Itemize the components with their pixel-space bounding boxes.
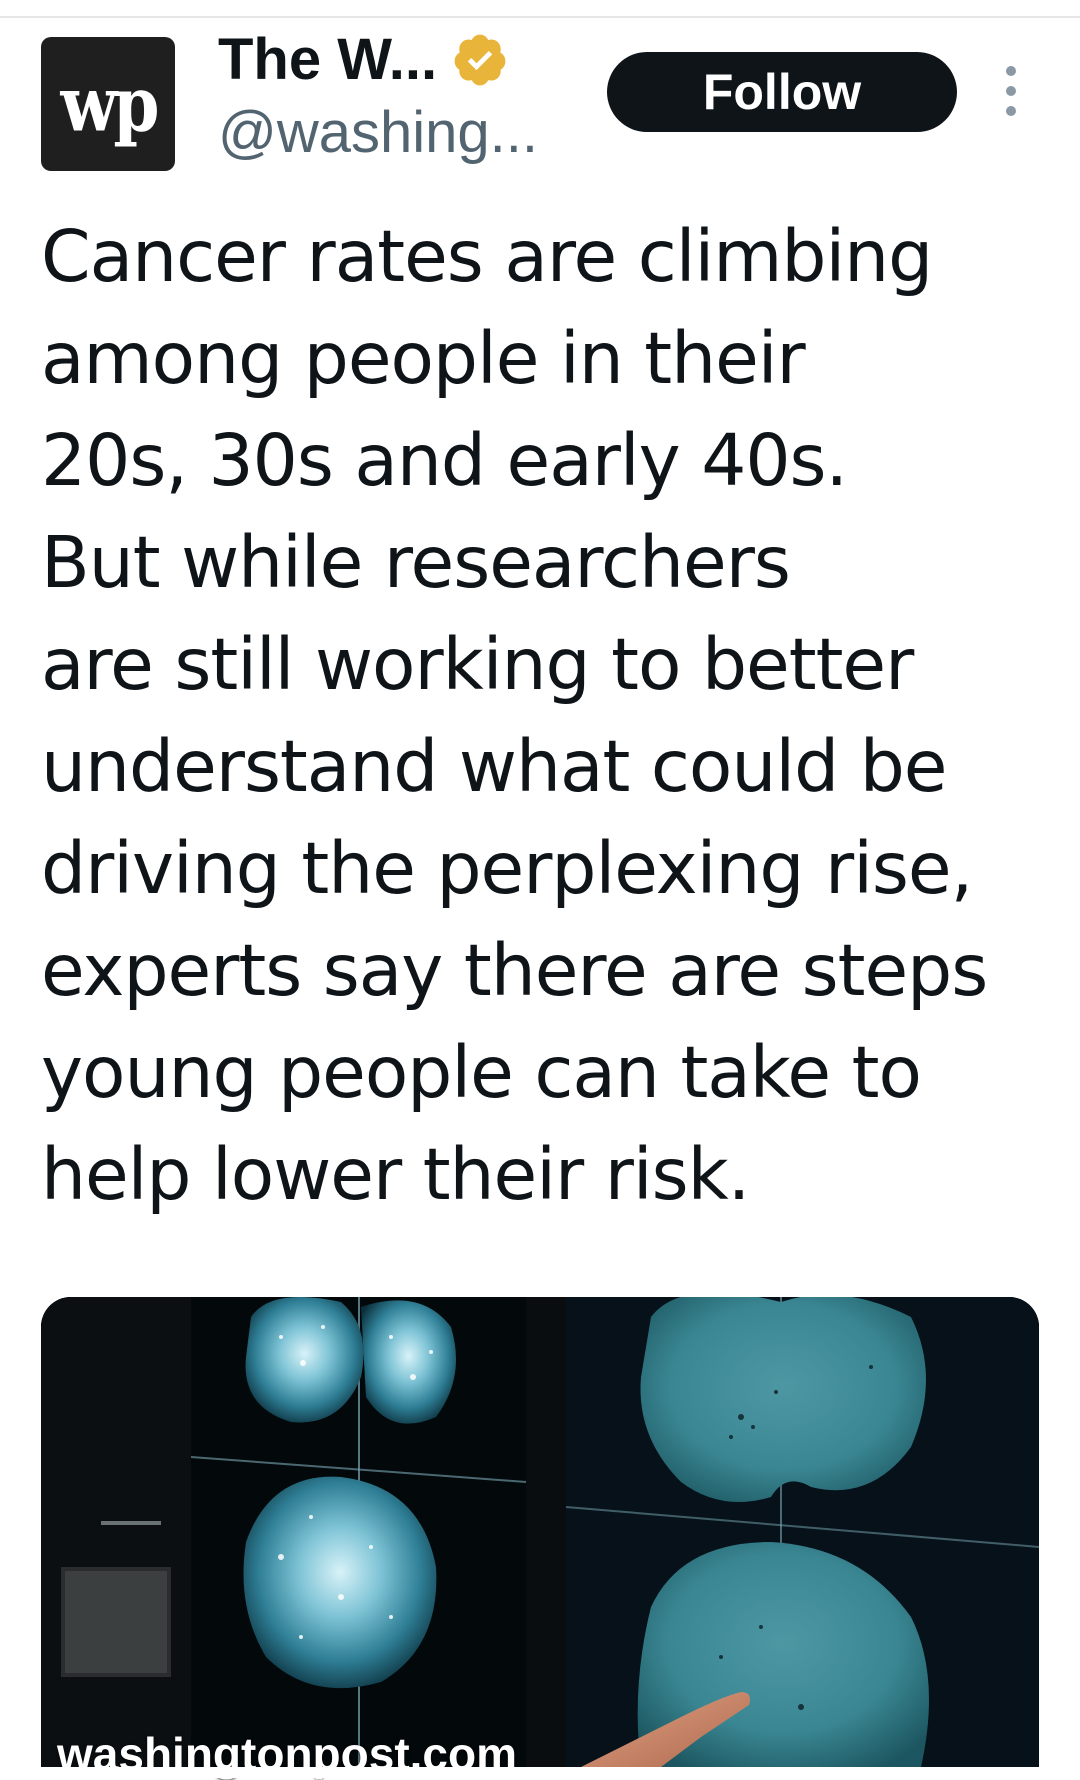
tweet-text-line: help lower their risk. — [41, 1133, 750, 1216]
author-avatar[interactable]: wp — [41, 37, 175, 171]
tweet-text-line: driving the perplexing rise, — [41, 827, 973, 910]
author-handle[interactable]: @washing... — [218, 104, 538, 162]
tweet-text-line: 20s, 30s and early 40s. — [41, 419, 848, 502]
tweet-text: Cancer rates are climbing among people i… — [41, 206, 1041, 1226]
bottom-edge — [0, 1767, 1080, 1778]
top-divider — [0, 16, 1080, 18]
tweet-text-line: among people in their — [41, 317, 806, 400]
avatar-logo-text: wp — [60, 59, 160, 149]
follow-button[interactable]: Follow — [607, 52, 957, 132]
mammogram-scan-image — [41, 1297, 1039, 1767]
tweet-text-line: young people can take to — [41, 1031, 922, 1114]
verified-badge-icon — [451, 31, 509, 89]
tweet-text-line: are still working to better — [41, 623, 914, 706]
tweet-text-line: experts say there are steps — [41, 929, 988, 1012]
more-options-icon[interactable] — [996, 66, 1026, 116]
author-name-row: The W... — [218, 22, 509, 98]
link-card-image[interactable] — [41, 1297, 1039, 1767]
tweet-text-line: Cancer rates are climbing — [41, 215, 933, 298]
author-display-name[interactable]: The W... — [218, 31, 437, 89]
tweet-text-line: understand what could be — [41, 725, 947, 808]
tweet-text-line: But while researchers — [41, 521, 791, 604]
